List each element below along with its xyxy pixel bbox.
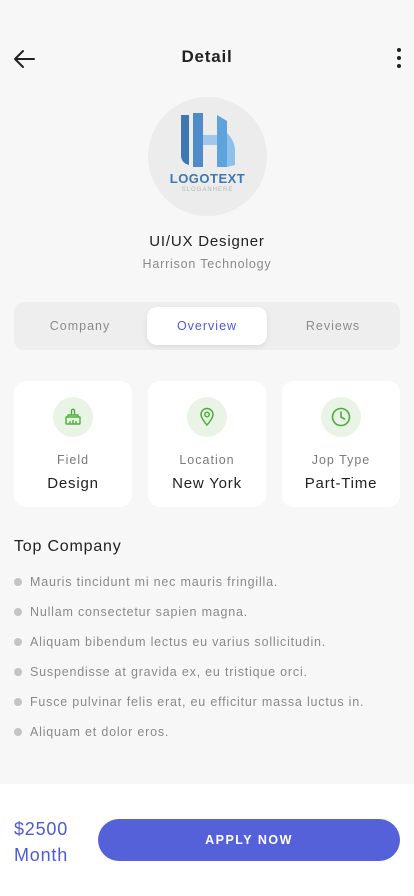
tab-company[interactable]: Company: [20, 307, 140, 345]
bullet-dot-icon: [14, 578, 22, 586]
apply-now-button[interactable]: APPLY NOW: [98, 819, 400, 861]
bullet-dot-icon: [14, 698, 22, 706]
clock-icon: [321, 397, 361, 437]
page-title: Detail: [181, 47, 233, 66]
list-item: Aliquam et dolor eros.: [14, 723, 404, 753]
tab-reviews[interactable]: Reviews: [273, 307, 393, 345]
salary-amount: $2500: [14, 819, 69, 839]
info-card-location: Location New York: [148, 381, 266, 507]
location-pin-icon: [187, 397, 227, 437]
company-logo: LOGOTEXT SLOGANHERE: [148, 97, 267, 216]
logo-text: LOGOTEXT: [169, 171, 246, 186]
bullet-dot-icon: [14, 608, 22, 616]
list-item: Suspendisse at gravida ex, eu tristique …: [14, 663, 404, 693]
more-vertical-icon: [397, 48, 401, 52]
bullet-dot-icon: [14, 668, 22, 676]
list-item: Aliquam bibendum lectus eu varius sollic…: [14, 633, 404, 663]
info-card-field: Field Design: [14, 381, 132, 507]
more-options-button[interactable]: [392, 44, 406, 72]
list-item: Mauris tincidunt mi nec mauris fringilla…: [14, 573, 404, 603]
bullet-dot-icon: [14, 638, 22, 646]
bullet-list: Mauris tincidunt mi nec mauris fringilla…: [14, 573, 404, 753]
card-value: Design: [47, 475, 99, 492]
company-name: Harrison Technology: [142, 257, 272, 271]
tab-overview[interactable]: Overview: [147, 307, 267, 345]
logo-h-icon: [180, 113, 235, 167]
card-value: Part-Time: [304, 475, 378, 492]
card-label: Location: [179, 453, 235, 467]
list-item: Nullam consectetur sapien magna.: [14, 603, 404, 633]
job-title: UI/UX Designer: [149, 233, 265, 250]
salary-period: Month: [14, 845, 69, 865]
logo-slogan: SLOGANHERE: [181, 187, 234, 193]
list-item: Fusce pulvinar felis erat, eu efficitur …: [14, 693, 404, 723]
info-card-job-type: Jop Type Part-Time: [282, 381, 400, 507]
card-label: Jop Type: [311, 453, 371, 467]
card-value: New York: [172, 475, 242, 492]
brush-icon: [53, 397, 93, 437]
tab-bar: Company Overview Reviews: [14, 302, 400, 350]
salary: $2500 Month: [14, 816, 68, 868]
card-label: Field: [56, 453, 90, 467]
section-title: Top Company: [14, 538, 122, 555]
bullet-dot-icon: [14, 728, 22, 736]
